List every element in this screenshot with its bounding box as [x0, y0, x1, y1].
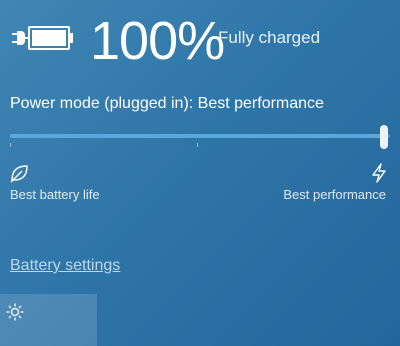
slider-tick: [10, 143, 11, 147]
best-battery-life-label: Best battery life: [10, 187, 100, 202]
slider-fill: [10, 134, 384, 138]
brightness-sun-icon: [6, 303, 24, 321]
power-mode-title: Power mode (plugged in): Best performanc…: [10, 95, 324, 112]
battery-flyout: 100% Fully charged Power mode (plugged i…: [0, 0, 400, 346]
lightning-bolt-icon: [368, 162, 390, 184]
brightness-quick-action[interactable]: [0, 294, 97, 346]
battery-status: Fully charged: [218, 28, 321, 47]
battery-settings-link[interactable]: Battery settings: [10, 256, 120, 276]
battery-full-charging-icon: [8, 20, 76, 56]
power-mode-slider[interactable]: [10, 122, 390, 152]
best-performance-label: Best performance: [283, 187, 386, 202]
slider-tick: [197, 143, 198, 147]
leaf-icon: [8, 162, 30, 184]
battery-percentage: 100%: [90, 11, 225, 71]
slider-thumb[interactable]: [380, 125, 388, 149]
